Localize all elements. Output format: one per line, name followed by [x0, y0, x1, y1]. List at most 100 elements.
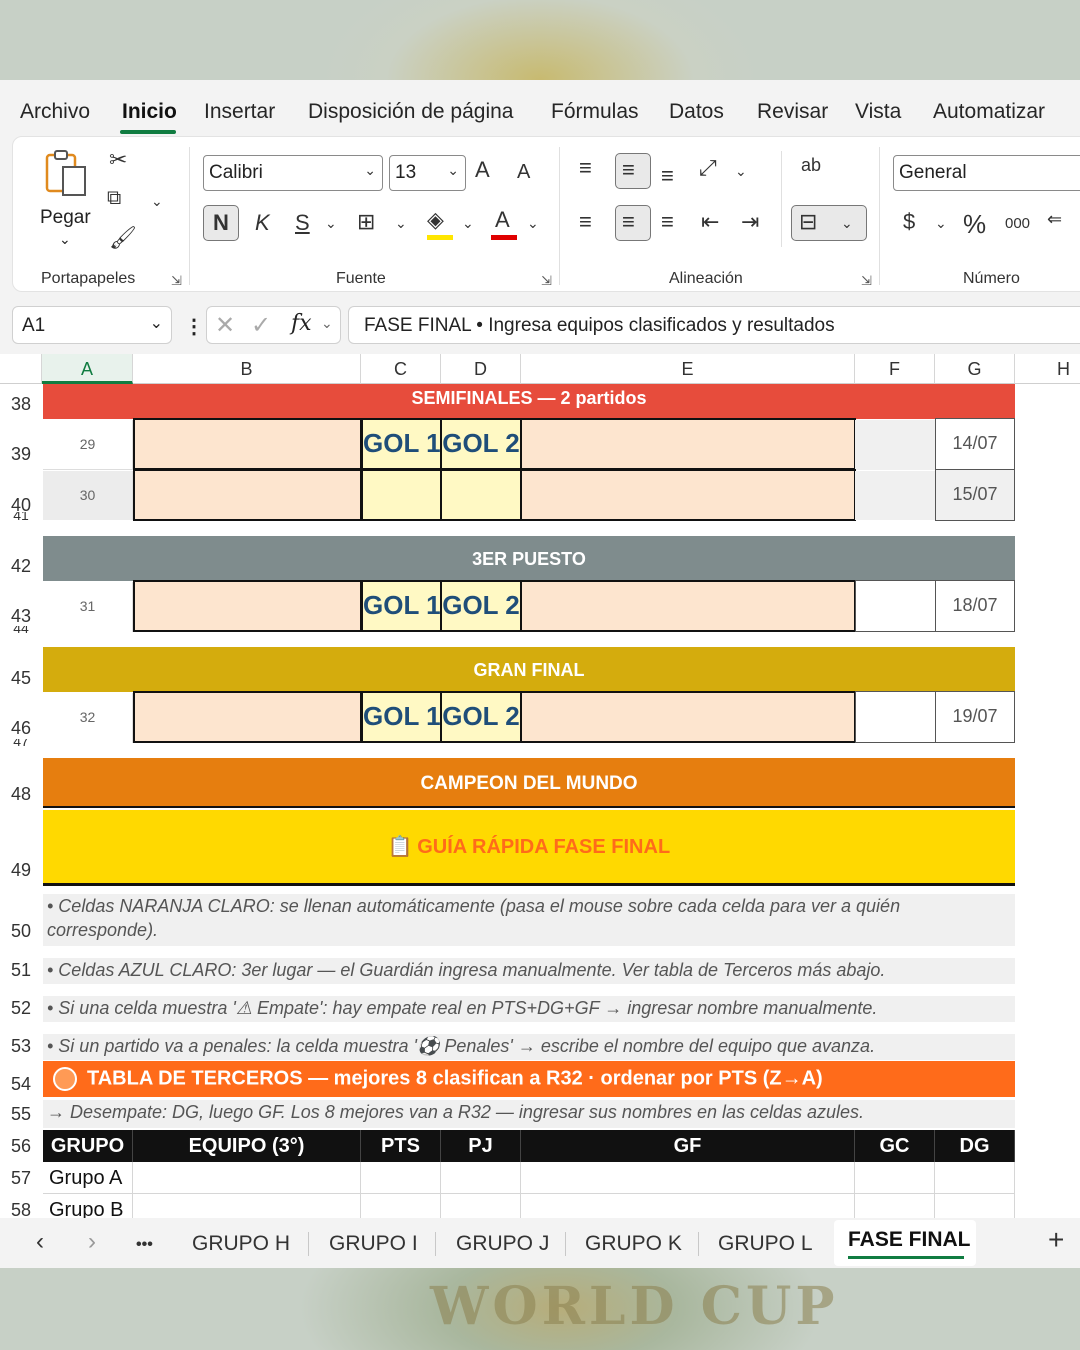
menu-formulas[interactable]: Fórmulas [551, 100, 639, 124]
row-header-51[interactable]: 51 [0, 960, 42, 981]
spacer-cell[interactable] [855, 580, 936, 632]
chevron-down-icon[interactable]: ⌄ [462, 215, 474, 232]
cut-icon[interactable]: ✂ [109, 147, 127, 173]
currency-icon[interactable]: $ [903, 209, 915, 235]
note-blue-cells[interactable]: • Celdas AZUL CLARO: 3er lugar — el Guar… [43, 958, 1015, 984]
match-date[interactable]: 19/07 [935, 691, 1015, 743]
menu-insertar[interactable]: Insertar [204, 100, 275, 124]
spacer-cell[interactable] [855, 471, 935, 520]
table-cell[interactable] [361, 1194, 441, 1218]
table-header-gf[interactable]: GF [521, 1130, 855, 1162]
tab-grupo-h[interactable]: GRUPO H [192, 1232, 290, 1256]
match-number[interactable]: 30 [43, 471, 133, 520]
match-date[interactable]: 15/07 [935, 469, 1015, 521]
format-painter-icon[interactable]: 🖌 [109, 225, 137, 251]
tab-grupo-l[interactable]: GRUPO L [718, 1232, 813, 1256]
table-cell[interactable] [521, 1194, 855, 1218]
tab-grupo-i[interactable]: GRUPO I [329, 1232, 418, 1256]
tab-grupo-k[interactable]: GRUPO K [585, 1232, 682, 1256]
alignment-launcher-icon[interactable]: ⇲ [861, 273, 872, 289]
font-color-icon[interactable]: A [495, 207, 510, 233]
row-header-38[interactable]: 38 [0, 394, 42, 415]
row-header-58[interactable]: 58 [0, 1200, 42, 1218]
match-number[interactable]: 31 [43, 582, 133, 632]
tab-grupo-j[interactable]: GRUPO J [456, 1232, 549, 1256]
align-bottom-icon[interactable]: ≡ [661, 163, 674, 189]
row-header-39[interactable]: 39 [0, 444, 42, 465]
table-header-pts[interactable]: PTS [361, 1130, 441, 1162]
scroll-left-icon[interactable]: ‹ [36, 1228, 44, 1256]
table-header-gc[interactable]: GC [855, 1130, 935, 1162]
table-cell[interactable] [855, 1162, 935, 1194]
chevron-down-icon[interactable]: ⌄ [395, 215, 407, 232]
table-header-dg[interactable]: DG [935, 1130, 1015, 1162]
semifinals-header[interactable]: SEMIFINALES — 2 partidos [43, 384, 1015, 419]
number-format-combo[interactable]: General [893, 155, 1080, 191]
enter-icon[interactable]: ✓ [251, 311, 271, 340]
thousands-icon[interactable]: 000 [1005, 215, 1030, 232]
row-header-55[interactable]: 55 [0, 1104, 42, 1125]
row-header-57[interactable]: 57 [0, 1168, 42, 1189]
menu-vista[interactable]: Vista [855, 100, 901, 124]
row-header-52[interactable]: 52 [0, 998, 42, 1019]
goal-cell[interactable]: GOL 2 [440, 418, 522, 470]
row-header-54[interactable]: 54 [0, 1074, 42, 1095]
spacer-cell[interactable] [855, 420, 935, 470]
team-cell[interactable] [133, 691, 362, 743]
italic-button[interactable]: K [255, 210, 270, 236]
match-date[interactable]: 14/07 [935, 418, 1015, 470]
spacer-cell[interactable] [855, 691, 936, 743]
more-options-icon[interactable]: ⋮ [184, 314, 204, 339]
column-header-a[interactable]: A [42, 354, 133, 384]
scroll-right-icon[interactable]: › [88, 1228, 96, 1256]
column-header-e[interactable]: E [521, 354, 855, 384]
borders-icon[interactable]: ⊞ [357, 209, 375, 235]
more-sheets-button[interactable]: ••• [136, 1236, 153, 1254]
add-sheet-button[interactable]: + [1048, 1224, 1064, 1256]
table-cell[interactable] [441, 1194, 521, 1218]
note-orange-cells[interactable]: • Celdas NARANJA CLARO: se llenan automá… [43, 894, 1015, 946]
column-header-c[interactable]: C [361, 354, 441, 384]
row-header-43[interactable]: 43 [0, 606, 42, 627]
match-number[interactable]: 29 [43, 420, 133, 470]
font-size-combo[interactable]: 13 ⌄ [389, 155, 466, 191]
goal-cell[interactable] [361, 469, 442, 521]
table-cell[interactable] [441, 1162, 521, 1194]
align-top-icon[interactable]: ≡ [579, 155, 592, 181]
row-header-47[interactable]: 47 [0, 739, 42, 747]
row-header-42[interactable]: 42 [0, 556, 42, 577]
column-header-d[interactable]: D [441, 354, 521, 384]
goal-cell[interactable]: GOL 2 [440, 580, 522, 632]
champion-header[interactable]: CAMPEON DEL MUNDO [43, 758, 1015, 808]
row-header-48[interactable]: 48 [0, 784, 42, 805]
table-header-grupo[interactable]: GRUPO [43, 1130, 133, 1162]
goal-cell[interactable]: GOL 2 [440, 691, 522, 743]
row-header-46[interactable]: 46 [0, 718, 42, 739]
grand-final-header[interactable]: GRAN FINAL [43, 647, 1015, 692]
table-row-group[interactable]: Grupo A [43, 1162, 133, 1194]
quick-guide-header[interactable]: 📋 GUÍA RÁPIDA FASE FINAL [43, 810, 1015, 886]
match-date[interactable]: 18/07 [935, 580, 1015, 632]
menu-disposicion[interactable]: Disposición de página [308, 100, 513, 124]
team-cell[interactable] [520, 580, 856, 632]
paste-label[interactable]: Pegar [40, 207, 91, 229]
paste-chevron-icon[interactable]: ⌄ [59, 231, 71, 248]
team-cell[interactable] [520, 691, 856, 743]
row-header-49[interactable]: 49 [0, 860, 42, 881]
increase-indent-icon[interactable]: ⇥ [741, 209, 759, 235]
align-left-icon[interactable]: ≡ [579, 209, 592, 235]
percent-icon[interactable]: % [963, 209, 986, 240]
team-cell[interactable] [520, 418, 856, 470]
column-header-f[interactable]: F [855, 354, 935, 384]
font-family-combo[interactable]: Calibri ⌄ [203, 155, 383, 191]
decrease-indent-icon[interactable]: ⇤ [701, 209, 719, 235]
chevron-down-icon[interactable]: ⌄ [527, 215, 539, 232]
cancel-icon[interactable]: ✕ [215, 311, 235, 340]
menu-automatizar[interactable]: Automatizar [933, 100, 1045, 124]
table-cell[interactable] [521, 1162, 855, 1194]
table-cell[interactable] [935, 1194, 1015, 1218]
row-header-41[interactable]: 41 [0, 512, 42, 522]
chevron-down-icon[interactable]: ⌄ [321, 315, 333, 332]
column-header-b[interactable]: B [133, 354, 361, 384]
tiebreak-note[interactable]: → Desempate: DG, luego GF. Los 8 mejores… [43, 1100, 1015, 1128]
